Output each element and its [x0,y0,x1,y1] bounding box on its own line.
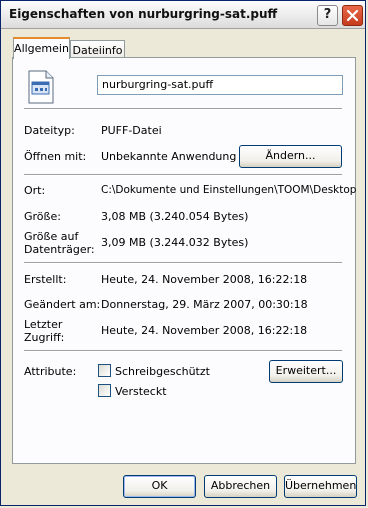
file-icon [28,70,54,104]
location-value: C:\Dokumente und Einstellungen\TOOM\Desk… [101,184,357,196]
file-type-label: Dateityp: [24,124,75,137]
help-button[interactable]: ? [317,5,338,26]
separator [24,350,342,352]
tab-dateiinfo-label: Dateiinfo [72,44,123,57]
disk-size-label-line2: Datenträger: [24,243,95,256]
disk-size-label-line1: Größe auf [24,230,79,243]
tab-allgemein-label: Allgemein [14,42,69,55]
separator [24,174,342,176]
disk-size-value: 3,09 MB (3.244.032 Bytes) [101,236,249,249]
close-icon [346,9,359,22]
title-bar[interactable]: Eigenschaften von nurburgring-sat.puff ? [1,1,365,29]
file-name-input[interactable]: nurburgring-sat.puff [97,75,343,95]
hidden-checkbox[interactable] [98,384,111,397]
apply-button[interactable]: Übernehmen [284,475,357,498]
created-value: Heute, 24. November 2008, 16:22:18 [101,273,308,286]
cancel-button[interactable]: Abbrechen [204,475,277,498]
tab-dateiinfo[interactable]: Dateiinfo [70,40,125,58]
modified-label: Geändert am: [24,298,101,311]
separator [24,108,342,110]
readonly-checkbox-label[interactable]: Schreibgeschützt [115,365,210,378]
accessed-value: Heute, 24. November 2008, 16:22:18 [101,324,308,337]
advanced-button[interactable]: Erweitert... [269,360,343,383]
location-label: Ort: [24,184,46,197]
help-icon: ? [323,7,332,22]
close-button[interactable] [342,5,363,26]
tab-panel-allgemein [12,57,356,464]
opens-with-label: Öffnen mit: [24,150,87,163]
tab-allgemein[interactable]: Allgemein [13,37,70,59]
accessed-label-line2: Zugriff: [24,331,65,344]
readonly-checkbox[interactable] [98,364,111,377]
ok-button[interactable]: OK [123,475,196,498]
window-title: Eigenschaften von nurburgring-sat.puff [9,7,278,21]
modified-value: Donnerstag, 29. März 2007, 00:30:18 [101,298,308,311]
accessed-label-line1: Letzter [24,318,63,331]
opens-with-value: Unbekannte Anwendung [101,150,237,163]
separator [24,262,342,264]
size-value: 3,08 MB (3.240.054 Bytes) [101,210,249,223]
file-type-value: PUFF-Datei [101,124,162,137]
size-label: Größe: [24,210,61,223]
hidden-checkbox-label[interactable]: Versteckt [115,385,167,398]
change-button[interactable]: Ändern... [239,145,342,168]
created-label: Erstellt: [24,273,67,286]
attributes-label: Attribute: [24,365,77,378]
